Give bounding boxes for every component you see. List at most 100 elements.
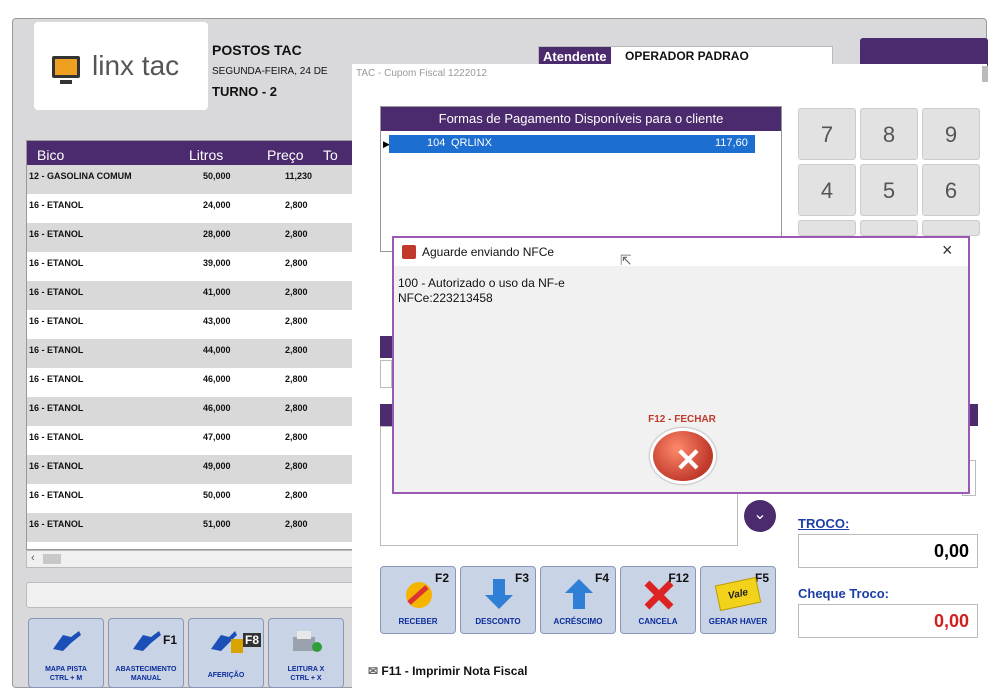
key-6[interactable]: 6 (922, 164, 980, 216)
mapa-pista-shortcut: CTRL + M (49, 675, 83, 682)
app-icon (402, 245, 416, 259)
gerar-haver-button[interactable]: F5 Vale GERAR HAVER (700, 566, 776, 634)
f4-key: F4 (594, 571, 609, 585)
mouse-cursor-icon: ⇱ (620, 252, 632, 268)
acrescimo-label: ACRÉSCIMO (553, 617, 603, 626)
cell-bico: 16 - ETANOL (29, 461, 84, 471)
pump-table: Bico Litros Preço To 12 - GASOLINA COMUM… (26, 140, 357, 550)
cell-preco: 2,800 (285, 345, 308, 355)
table-row[interactable]: 16 - ETANOL 24,000 2,800 (27, 194, 357, 223)
afericao-button[interactable]: F8 AFERIÇÃO (188, 618, 264, 688)
key-5[interactable]: 5 (860, 164, 918, 216)
receber-label: RECEBER (398, 617, 438, 626)
table-row[interactable]: 16 - ETANOL 50,000 2,800 (27, 484, 357, 513)
table-row[interactable]: 16 - ETANOL 46,000 2,800 (27, 368, 357, 397)
arrow-down-icon (485, 579, 513, 609)
cell-bico: 16 - ETANOL (29, 229, 84, 239)
arrow-up-icon (565, 579, 593, 609)
table-row[interactable]: 16 - ETANOL 39,000 2,800 (27, 252, 357, 281)
col-total: To (323, 147, 338, 163)
mapa-pista-button[interactable]: MAPA PISTA CTRL + M (28, 618, 104, 688)
cell-bico: 16 - ETANOL (29, 432, 84, 442)
attendant-value: OPERADOR PADRAO (625, 49, 749, 63)
table-row[interactable]: 16 - ETANOL 46,000 2,800 (27, 397, 357, 426)
nfce-dialog: Aguarde enviando NFCe × 100 - Autorizado… (392, 236, 970, 494)
cell-bico: 16 - ETANOL (29, 200, 84, 210)
acrescimo-button[interactable]: F4 ACRÉSCIMO (540, 566, 616, 634)
key-partial[interactable] (922, 220, 980, 236)
desconto-button[interactable]: F3 DESCONTO (460, 566, 536, 634)
cell-litros: 50,000 (203, 171, 231, 181)
brand-logo: linx tac (34, 22, 208, 110)
payment-name: QRLINX (451, 137, 492, 149)
scroll-left-icon[interactable]: ‹ (31, 552, 35, 564)
key-partial[interactable] (860, 220, 918, 236)
leitura-x-button[interactable]: LEITURA X CTRL + X (268, 618, 344, 688)
printer-icon: ✉ (368, 664, 379, 678)
col-bico: Bico (37, 147, 65, 163)
dialog-title: Aguarde enviando NFCe (422, 245, 555, 259)
monitor-stand (60, 80, 72, 84)
cell-preco: 2,800 (285, 287, 308, 297)
cancela-button[interactable]: F12 CANCELA (620, 566, 696, 634)
f8-key: F8 (243, 633, 262, 647)
table-row[interactable]: 16 - ETANOL 47,000 2,800 (27, 426, 357, 455)
f2-key: F2 (434, 571, 449, 585)
table-row[interactable]: 16 - ETANOL 28,000 2,800 (27, 223, 357, 252)
cell-bico: 16 - ETANOL (29, 490, 84, 500)
chevron-down-icon[interactable]: ⌄ (744, 500, 776, 532)
key-4[interactable]: 4 (798, 164, 856, 216)
panel-header-edge (380, 336, 392, 358)
key-8[interactable]: 8 (860, 108, 918, 160)
troco-label: TROCO: (798, 516, 850, 531)
message-line-2: NFCe:223213458 (398, 291, 493, 305)
table-header: Bico Litros Preço To (27, 141, 357, 165)
abastecimento-label: ABASTECIMENTO (115, 666, 177, 673)
cell-preco: 2,800 (285, 461, 308, 471)
payment-header: Formas de Pagamento Disponíveis para o c… (381, 107, 781, 131)
cell-bico: 16 - ETANOL (29, 519, 84, 529)
table-row[interactable]: 16 - ETANOL 44,000 2,800 (27, 339, 357, 368)
cheque-troco-field[interactable]: 0,00 (798, 604, 978, 638)
cell-litros: 28,000 (203, 229, 231, 239)
fuel-nozzle-icon (53, 631, 81, 651)
mapa-pista-label: MAPA PISTA (45, 666, 87, 673)
troco-field[interactable]: 0,00 (798, 534, 978, 568)
horizontal-scrollbar[interactable]: ‹ (26, 550, 356, 568)
table-row[interactable]: 16 - ETANOL 43,000 2,800 (27, 310, 357, 339)
abastecimento-manual-button[interactable]: F1 ABASTECIMENTO MANUAL (108, 618, 184, 688)
abastecimento-shortcut: MANUAL (130, 675, 162, 682)
table-row[interactable]: 16 - ETANOL 41,000 2,800 (27, 281, 357, 310)
cell-preco: 2,800 (285, 403, 308, 413)
cell-litros: 46,000 (203, 403, 231, 413)
table-row[interactable]: 16 - ETANOL 51,000 2,800 (27, 513, 357, 542)
cell-bico: 16 - ETANOL (29, 258, 84, 268)
cell-bico: 16 - ETANOL (29, 287, 84, 297)
company-name: POSTOS TAC (212, 42, 302, 58)
cell-preco: 2,800 (285, 229, 308, 239)
turno-label: TURNO - 2 (212, 84, 277, 99)
key-7[interactable]: 7 (798, 108, 856, 160)
table-row[interactable]: 12 - GASOLINA COMUM 50,000 11,230 (27, 165, 357, 194)
fuel-can-icon (211, 631, 243, 653)
panel-header-edge (380, 404, 392, 426)
cell-litros: 44,000 (203, 345, 231, 355)
cupom-window-title: TAC - Cupom Fiscal 1222012 (356, 68, 487, 79)
key-9[interactable]: 9 (922, 108, 980, 160)
cell-bico: 16 - ETANOL (29, 374, 84, 384)
receber-button[interactable]: F2 RECEBER (380, 566, 456, 634)
f12-close-button[interactable]: F12 - FECHAR ✕ (630, 414, 734, 484)
key-partial[interactable] (798, 220, 856, 236)
fuel-nozzle-icon (133, 631, 161, 651)
dialog-titlebar: Aguarde enviando NFCe × (394, 238, 968, 266)
table-row[interactable]: 16 - ETANOL 49,000 2,800 (27, 455, 357, 484)
print-invoice-label: F11 - Imprimir Nota Fiscal (381, 664, 528, 678)
close-icon[interactable]: × (942, 240, 953, 261)
scroll-thumb[interactable] (43, 554, 61, 564)
brand-text: linx tac (92, 50, 180, 81)
payment-row-selected[interactable]: 104 QRLINX 117,60 (389, 135, 755, 153)
cell-litros: 39,000 (203, 258, 231, 268)
print-invoice-link[interactable]: ✉ F11 - Imprimir Nota Fiscal (368, 664, 527, 678)
cell-litros: 41,000 (203, 287, 231, 297)
cancela-label: CANCELA (638, 617, 678, 626)
